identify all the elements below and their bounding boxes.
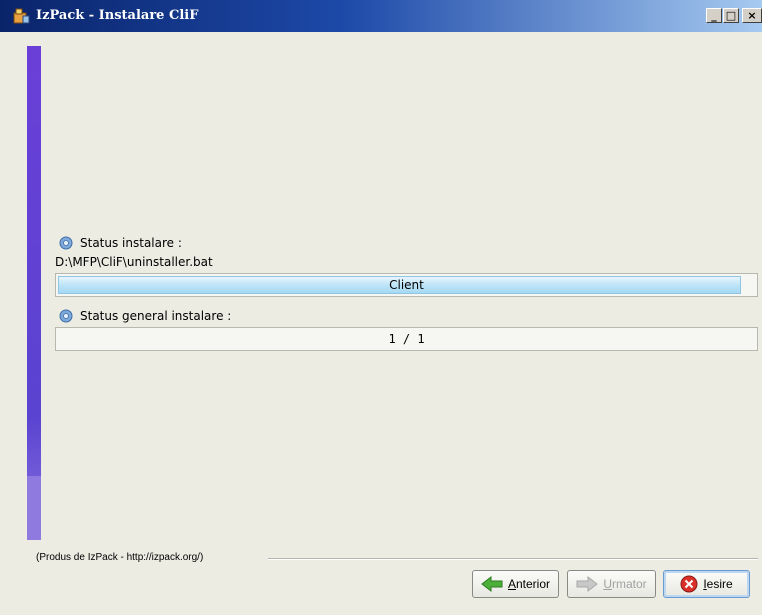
next-label-rest: rmator [612,577,647,591]
title-bar[interactable]: IzPack - Instalare CliF _ □ × [0,0,762,32]
close-button[interactable]: × [742,8,762,23]
install-progress-text: Client [389,278,424,292]
maximize-icon: □ [725,9,737,22]
exit-button-label: Iesire [703,577,732,591]
install-progress-bar: Client [55,273,758,297]
arrow-left-icon [481,576,503,592]
exit-label-rest: esire [706,577,733,591]
previous-button-label: Anterior [508,577,550,591]
credit-text: (Produs de IzPack - http://izpack.org/) [36,552,204,563]
next-button-label: Urmator [603,577,646,591]
previous-button[interactable]: Anterior [472,570,559,598]
izpack-app-icon [13,8,30,24]
side-bar-segment [27,476,41,540]
next-mnemonic: U [603,577,612,591]
side-progress-bar [27,46,41,540]
close-icon: × [747,9,757,22]
separator [268,558,758,560]
exit-button[interactable]: Iesire [663,570,750,598]
installer-window: IzPack - Instalare CliF _ □ × Status ins… [0,0,762,615]
current-file-path: D:\MFP\CliF\uninstaller.bat [55,255,213,269]
minimize-icon: _ [711,9,717,22]
general-status-label: Status general instalare : [80,309,232,323]
window-title: IzPack - Instalare CliF [36,8,199,23]
next-button[interactable]: Urmator [567,570,656,598]
install-status-label: Status instalare : [80,236,182,250]
gear-icon [59,309,73,323]
minimize-button[interactable]: _ [706,8,722,23]
maximize-button[interactable]: □ [723,8,739,23]
gear-icon [59,236,73,250]
general-progress-bar: 1 / 1 [55,327,758,351]
previous-mnemonic: A [507,577,516,591]
general-progress-text: 1 / 1 [388,332,425,346]
previous-label-rest: nterior [516,577,551,591]
arrow-right-icon [576,576,599,592]
cancel-icon [680,575,698,593]
